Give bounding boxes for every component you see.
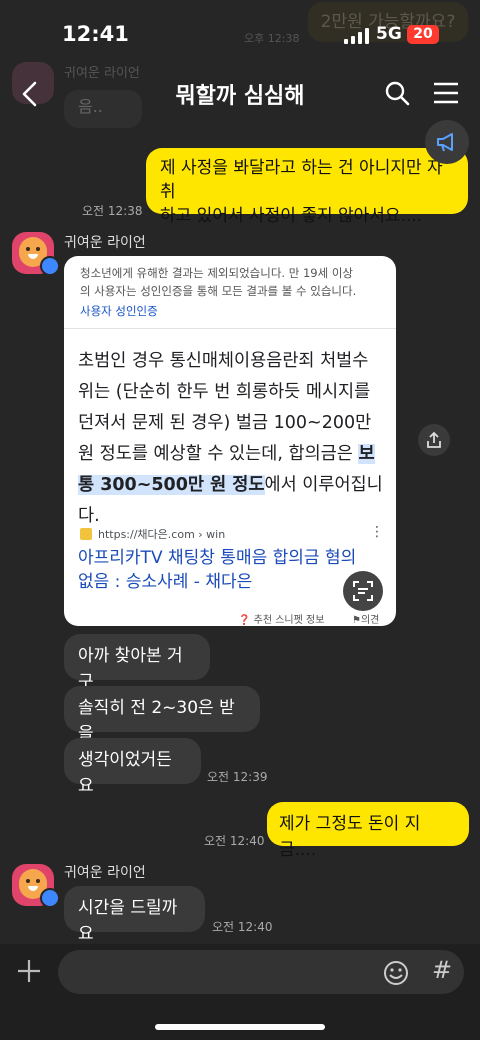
snippet-line: 던져서 문제 된 경우) 벌금 100~200만 xyxy=(78,413,372,433)
snippet-line: 통 300~500만 원 정도에서 이루어집니 xyxy=(78,470,386,501)
message-time: 오전 12:40 xyxy=(204,834,265,848)
message-time: 오전 12:39 xyxy=(207,770,268,784)
incoming-message[interactable]: 시간을 드릴까요 xyxy=(64,886,205,944)
battery-indicator: 20 xyxy=(407,25,439,44)
warning-line: 청소년에게 유해한 결과는 제외되었습니다. 만 19세 이상 xyxy=(80,266,353,280)
share-button[interactable] xyxy=(418,424,450,456)
link-line: 없음 : 승소사례 - 채다은 xyxy=(78,572,253,592)
incoming-message[interactable]: 아까 찾아본 거구 xyxy=(64,634,210,692)
plus-icon[interactable] xyxy=(16,958,42,984)
snippet-highlight: 통 300~500만 원 정도 xyxy=(78,475,265,495)
notice-button[interactable] xyxy=(425,120,469,164)
snippet-info-label: 추천 스니펫 정보 xyxy=(253,615,325,626)
crown-badge-icon xyxy=(40,888,60,908)
snippet-text: 원 정도를 예상할 수 있는데, 합의금은 xyxy=(78,444,359,464)
site-favicon-icon xyxy=(80,528,92,540)
share-icon xyxy=(427,431,441,448)
scan-text-icon xyxy=(353,581,373,601)
feedback-link[interactable]: ⚑의견 xyxy=(352,611,379,626)
adult-verify-link[interactable]: 사용자 성인인증 xyxy=(80,303,158,319)
featured-snippet: 초범인 경우 통신매체이용음란죄 처벌수 위는 (단순히 한두 번 희롱하듯 메… xyxy=(78,346,386,532)
outgoing-message[interactable]: 제가 그정도 돈이 지금.... xyxy=(267,802,469,860)
status-time: 12:41 xyxy=(62,22,129,46)
network-label: 5G xyxy=(376,24,402,44)
result-link-title[interactable]: 아프리카TV 채팅창 통매음 합의금 혐의 없음 : 승소사례 - 채다은 xyxy=(78,546,378,594)
warning-line: 의 사용자는 성인인증을 통해 모든 결과를 볼 수 있습니다. xyxy=(80,284,357,298)
avatar[interactable] xyxy=(12,864,60,908)
avatar[interactable] xyxy=(12,232,60,276)
crown-badge-icon xyxy=(40,256,60,276)
snippet-info[interactable]: ❓ 추천 스니펫 정보 xyxy=(238,611,324,626)
link-line: 아프리카TV 채팅창 통매음 합의금 혐의 xyxy=(78,548,357,568)
more-options-icon[interactable]: ⋮ xyxy=(370,524,384,540)
snippet-line: 초범인 경우 통신매체이용음란죄 처벌수 xyxy=(78,351,369,371)
home-indicator xyxy=(155,1024,325,1030)
sender-name: 귀여운 라이언 xyxy=(64,235,146,251)
divider xyxy=(64,328,396,329)
snippet-line: 위는 (단순히 한두 번 희롱하듯 메시지를 xyxy=(78,382,371,402)
snippet-line: 원 정도를 예상할 수 있는데, 합의금은 보 xyxy=(78,439,386,470)
menu-icon[interactable] xyxy=(432,81,460,105)
megaphone-icon xyxy=(437,133,453,152)
sender-name: 귀여운 라이언 xyxy=(64,865,146,881)
info-icon: ❓ xyxy=(238,615,254,626)
search-result-card[interactable]: 청소년에게 유해한 결과는 제외되었습니다. 만 19세 이상 의 사용자는 성… xyxy=(64,256,396,626)
signal-icon xyxy=(344,28,369,44)
incoming-message[interactable]: 솔직히 전 2~30은 받을 xyxy=(64,686,260,744)
feedback-label: 의견 xyxy=(360,615,380,626)
outgoing-message[interactable]: 제 사정을 봐달라고 하는 건 아니지만 자취 하고 있어서 사정이 좋지 않아… xyxy=(146,148,468,226)
text-scan-button[interactable] xyxy=(343,571,383,611)
result-url: https://채다은.com › win xyxy=(98,528,226,541)
ghost-time: 오후 12:38 xyxy=(244,32,300,45)
message-time: 오전 12:40 xyxy=(212,920,273,934)
snippet-highlight: 보 xyxy=(358,444,375,464)
message-line: 제 사정을 봐달라고 하는 건 아니지만 자취 xyxy=(160,158,443,202)
search-icon[interactable] xyxy=(384,80,410,106)
snippet-text: 에서 이루어집니 xyxy=(264,475,383,495)
message-time: 오전 12:38 xyxy=(82,204,143,218)
flag-icon: ⚑ xyxy=(352,615,361,626)
incoming-message[interactable]: 생각이었거든요 xyxy=(64,738,201,796)
emoji-icon[interactable] xyxy=(383,960,409,986)
message-line: 하고 있어서 사정이 좋지 않아서요.... xyxy=(160,206,423,226)
adult-warning: 청소년에게 유해한 결과는 제외되었습니다. 만 19세 이상 의 사용자는 성… xyxy=(80,264,386,300)
hashtag-icon[interactable]: # xyxy=(432,956,452,984)
